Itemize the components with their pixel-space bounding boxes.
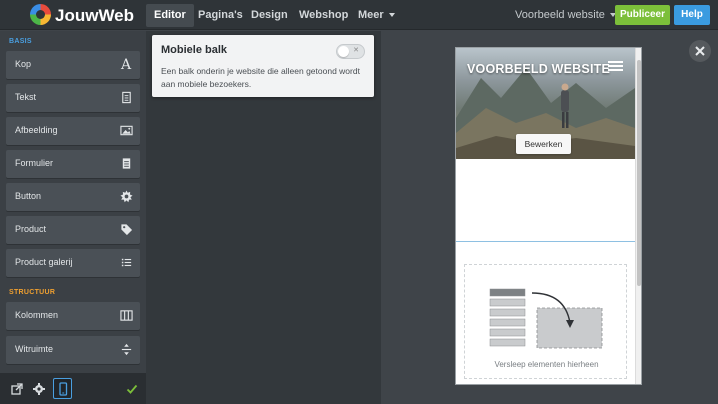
hero-image: VOORBEELD WEBSITE Bewerken: [456, 48, 635, 159]
sidebar-item-product[interactable]: Product: [6, 216, 140, 244]
website-selector-label: Voorbeeld website: [515, 9, 605, 21]
brand-name[interactable]: JouwWeb: [55, 6, 134, 26]
form-icon: [119, 157, 133, 171]
hamburger-menu-icon[interactable]: [608, 61, 623, 71]
preview-scrollbar[interactable]: [635, 48, 641, 384]
top-bar: JouwWeb Editor Pagina's Design Webshop M…: [0, 0, 718, 30]
sidebar-item-afbeelding[interactable]: Afbeelding: [6, 117, 140, 145]
toggle-knob: [338, 46, 349, 57]
sidebar-item-label: Product: [15, 224, 47, 234]
text-document-icon: [119, 91, 133, 105]
drop-zone-text: Versleep elementen hierheen: [494, 360, 599, 369]
section-label-structuur: STRUCTUUR: [9, 289, 56, 296]
nav-paginas[interactable]: Pagina's: [190, 4, 251, 27]
sidebar-item-kop[interactable]: Kop A: [6, 51, 140, 79]
tag-icon: [119, 223, 133, 237]
mobile-bar-panel: Mobiele balk ✕ Een balk onderin je websi…: [152, 35, 374, 97]
section-label-basis: BASIS: [9, 38, 32, 45]
spacing-icon: [119, 343, 133, 357]
panel-description: Een balk onderin je website die alleen g…: [161, 66, 360, 89]
nav-editor[interactable]: Editor: [146, 4, 194, 27]
hero-title: VOORBEELD WEBSITE: [467, 62, 610, 76]
sidebar-item-kolommen[interactable]: Kolommen: [6, 302, 140, 330]
sidebar-item-label: Product galerij: [15, 257, 73, 267]
close-icon: [695, 46, 705, 56]
sidebar-item-product-galerij[interactable]: Product galerij: [6, 249, 140, 277]
mobile-preview: VOORBEELD WEBSITE Bewerken Versleep elem…: [455, 47, 642, 385]
edit-header-button[interactable]: Bewerken: [516, 134, 571, 154]
element-sidebar: BASIS Kop A Tekst Afbeelding Formulier B…: [0, 31, 146, 373]
mobile-bar-toggle[interactable]: ✕: [336, 44, 365, 59]
help-button[interactable]: Help: [674, 5, 710, 25]
sidebar-item-label: Formulier: [15, 158, 54, 168]
image-icon: [119, 124, 133, 138]
website-selector[interactable]: Voorbeeld website: [515, 4, 616, 27]
sidebar-item-button[interactable]: Button: [6, 183, 140, 211]
nav-webshop[interactable]: Webshop: [291, 4, 356, 27]
checkmark-icon[interactable]: [125, 382, 139, 396]
publish-button[interactable]: Publiceer: [615, 5, 670, 25]
sidebar-item-formulier[interactable]: Formulier: [6, 150, 140, 178]
sidebar-item-tekst[interactable]: Tekst: [6, 84, 140, 112]
mobile-view-button[interactable]: [53, 378, 72, 399]
chevron-down-icon: [388, 13, 395, 18]
nav-meer-label: Meer: [358, 9, 384, 21]
list-icon: [119, 256, 133, 270]
sidebar-item-label: Afbeelding: [15, 125, 58, 135]
sidebar-item-label: Witruimte: [15, 344, 53, 354]
bottom-toolbar: [0, 373, 146, 404]
nav-meer[interactable]: Meer: [350, 4, 403, 27]
external-link-icon[interactable]: [10, 382, 24, 396]
sidebar-item-label: Kolommen: [15, 310, 59, 320]
panel-title: Mobiele balk: [161, 44, 228, 56]
sidebar-item-label: Button: [15, 191, 42, 201]
sidebar-item-witruimte[interactable]: Witruimte: [6, 336, 140, 364]
drop-zone[interactable]: Versleep elementen hierheen: [464, 264, 627, 379]
close-icon: ✕: [353, 47, 359, 54]
jouwweb-logo-icon[interactable]: [30, 4, 51, 25]
columns-icon: [119, 309, 133, 323]
heading-icon: A: [120, 57, 132, 73]
insert-indicator-line: [456, 241, 635, 242]
nav-design[interactable]: Design: [243, 4, 296, 27]
drag-drop-illustration-icon: [489, 288, 603, 349]
close-button[interactable]: [689, 40, 711, 62]
button-burst-icon: [119, 190, 133, 204]
scrollbar-thumb[interactable]: [637, 60, 641, 286]
settings-icon[interactable]: [32, 382, 46, 396]
mobile-icon: [56, 382, 70, 396]
sidebar-item-label: Kop: [15, 59, 32, 69]
sidebar-item-label: Tekst: [15, 92, 37, 102]
